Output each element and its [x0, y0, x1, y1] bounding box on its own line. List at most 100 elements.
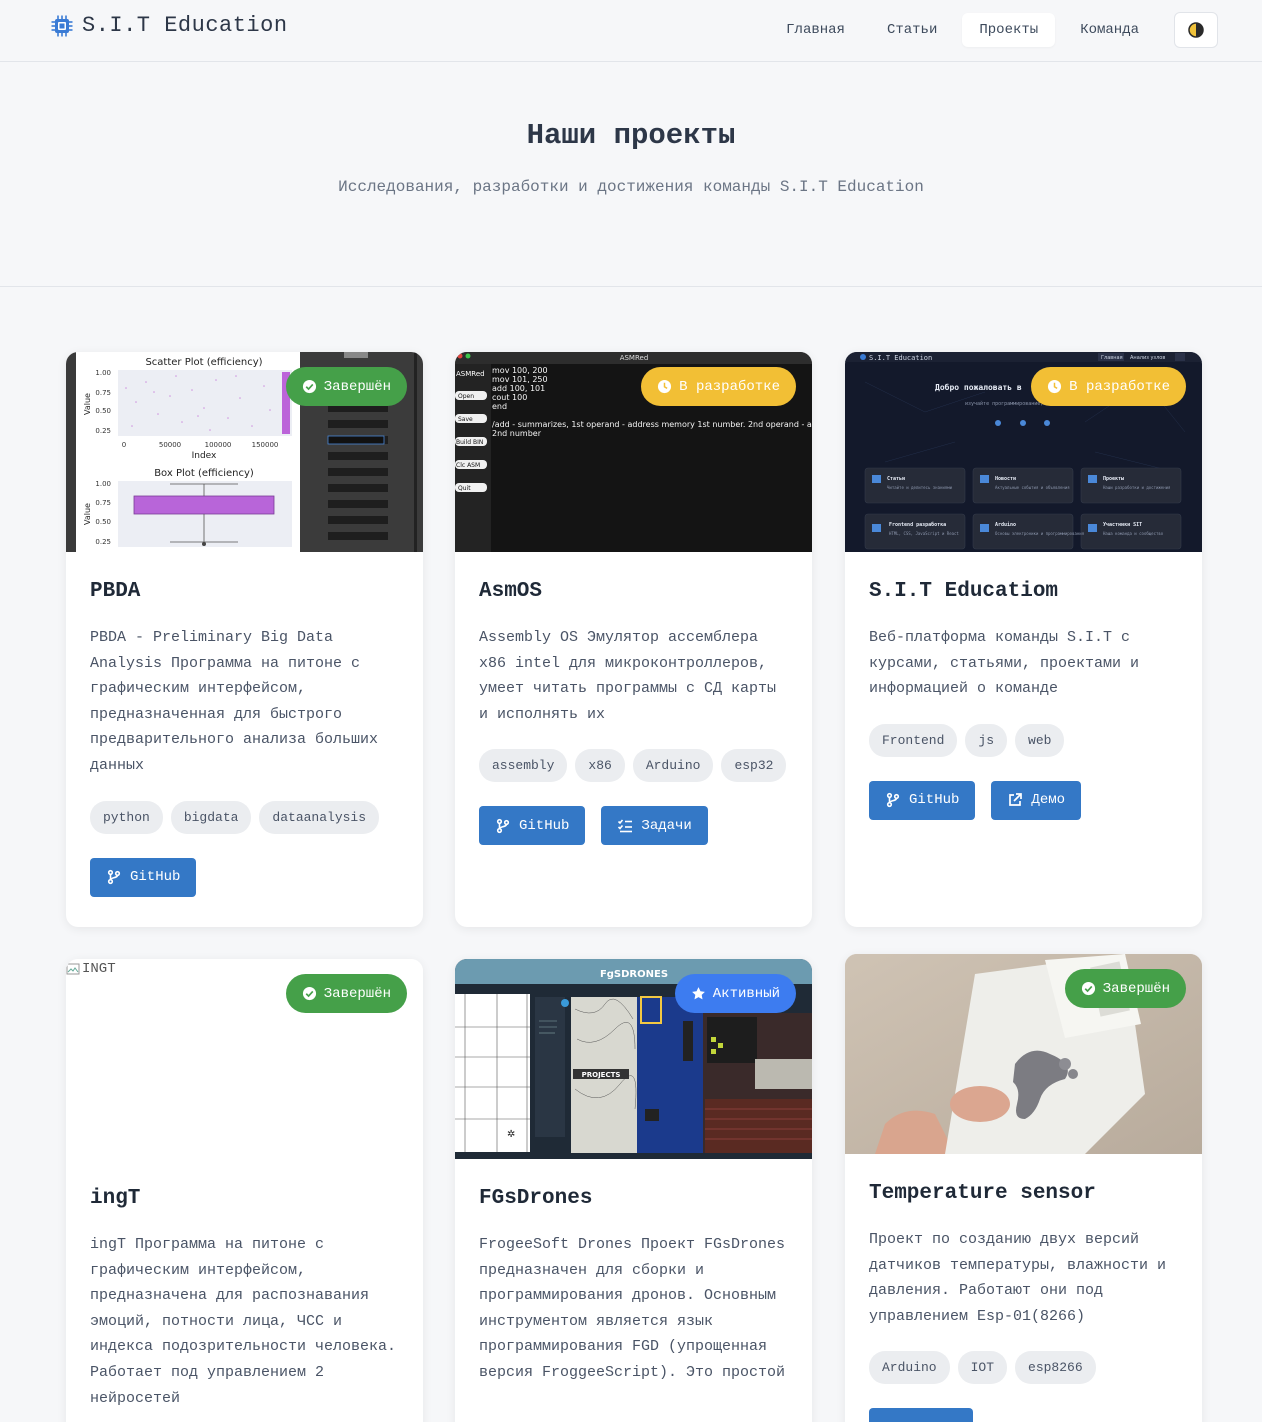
nav-team[interactable]: Команда [1063, 13, 1156, 47]
project-image[interactable]: ASMRed ASMRed Open Save Build BIN Clc AS… [455, 352, 812, 552]
svg-text:0: 0 [122, 441, 126, 449]
svg-text:Наша команда и сообщество: Наша команда и сообщество [1103, 531, 1164, 536]
tag-list: Arduino IOT esp8266 [869, 1351, 1178, 1385]
clock-icon [658, 379, 672, 394]
svg-text:1.00: 1.00 [95, 480, 111, 488]
svg-text:0.25: 0.25 [95, 538, 111, 546]
main-nav: Главная Статьи Проекты Команда [769, 12, 1218, 48]
svg-text:Читайте и делитесь знаниями: Читайте и делитесь знаниями [887, 485, 953, 490]
card-body: ingT ingT Программа на питоне с графичес… [66, 1159, 423, 1422]
svg-text:Scatter Plot (efficiency): Scatter Plot (efficiency) [145, 357, 262, 368]
status-label: В разработке [679, 378, 780, 395]
svg-text:Главная: Главная [1101, 355, 1123, 361]
project-image[interactable]: S.I.T Education Главная Анализ узлов Доб… [845, 352, 1202, 552]
github-button[interactable]: GitHub [90, 857, 197, 897]
svg-text:HTML, CSS, JavaScript и React: HTML, CSS, JavaScript и React [889, 531, 959, 536]
svg-text:Статьи: Статьи [887, 476, 905, 482]
project-card-asmos: ASMRed ASMRed Open Save Build BIN Clc AS… [455, 352, 812, 927]
tag[interactable]: dataanalysis [259, 800, 380, 834]
project-card-sit-education: S.I.T Education Главная Анализ узлов Доб… [845, 352, 1202, 927]
half-moon-icon [1188, 22, 1204, 38]
tag-list: assembly x86 Arduino esp32 [479, 749, 788, 783]
card-title: S.I.T Educatiom [869, 580, 1059, 603]
card-body: FGsDrones FrogeeSoft Drones Проект FGsDr… [455, 1159, 812, 1410]
status-badge: Завершён [285, 367, 407, 406]
svg-text:Clc ASM: Clc ASM [456, 462, 480, 469]
nav-articles[interactable]: Статьи [870, 13, 954, 47]
tag[interactable]: js [965, 723, 1008, 757]
project-image[interactable]: INGT Завершён [66, 959, 423, 1159]
svg-text:Участники SIT: Участники SIT [1103, 522, 1142, 528]
git-branch-icon [107, 869, 121, 885]
button-row: GitHub Демо [869, 780, 1178, 820]
tag[interactable]: Arduino [632, 749, 714, 783]
tag[interactable]: Arduino [869, 1351, 950, 1385]
tag[interactable]: assembly [479, 749, 568, 783]
svg-text:ASMRed: ASMRed [620, 354, 649, 362]
status-label: Завершён [323, 378, 391, 395]
status-badge: В разработке [641, 367, 796, 406]
svg-text:/add - summarizes, 1st operand: /add - summarizes, 1st operand - address… [492, 420, 812, 429]
svg-text:0.25: 0.25 [95, 427, 111, 435]
svg-text:2nd number: 2nd number [492, 429, 542, 438]
external-link-icon [1009, 793, 1023, 807]
check-circle-icon [302, 379, 316, 394]
nav-projects[interactable]: Проекты [962, 13, 1056, 47]
svg-text:Quit: Quit [458, 485, 471, 492]
github-button[interactable]: GitHub [479, 806, 586, 846]
svg-text:Index: Index [192, 451, 217, 461]
svg-text:Проекты: Проекты [1103, 476, 1124, 482]
nav-home[interactable]: Главная [769, 13, 862, 47]
star-icon [691, 987, 705, 1000]
svg-text:Наши разработки и достижения: Наши разработки и достижения [1103, 485, 1170, 490]
theme-toggle-button[interactable] [1174, 12, 1218, 48]
card-body: Temperature sensor Проект по созданию дв… [845, 1154, 1202, 1422]
project-image[interactable]: Scatter Plot (efficiency) 1.00 0.75 0.50… [66, 352, 423, 552]
git-branch-icon [886, 793, 900, 808]
demo-button[interactable]: Демо [991, 780, 1082, 820]
svg-text:Box Plot (efficiency): Box Plot (efficiency) [154, 468, 254, 479]
card-description: Assembly OS Эмулятор ассемблера x86 inte… [479, 629, 777, 723]
svg-text:Актуальные события и объявлени: Актуальные события и объявления [995, 485, 1070, 490]
status-badge: Завершён [285, 974, 407, 1013]
card-description: Веб-платформа команды S.I.T с курсами, с… [869, 629, 1140, 698]
tasks-button[interactable]: Задачи [601, 806, 708, 846]
tag[interactable]: Frontend [869, 723, 958, 757]
project-card-fgsdrones: FgSDRONES ✲ PROJECTS Активный FGsDrones … [455, 959, 812, 1422]
card-body: S.I.T Educatiom Веб-платформа команды S.… [845, 552, 1202, 844]
tag[interactable]: esp32 [721, 749, 787, 783]
project-card-pbda: Scatter Plot (efficiency) 1.00 0.75 0.50… [66, 352, 423, 927]
project-card-temperature-sensor: Завершён Temperature sensor Проект по со… [845, 954, 1202, 1422]
button-row [869, 1408, 1178, 1422]
check-circle-icon [302, 986, 316, 1001]
svg-text:✲: ✲ [507, 1129, 515, 1140]
status-badge: В разработке [1031, 367, 1186, 406]
tag-list: Frontend js web [869, 723, 1178, 757]
tag[interactable]: IOT [957, 1351, 1008, 1385]
button-label: Демо [1031, 792, 1066, 809]
card-description: FrogeeSoft Drones Проект FGsDrones предн… [479, 1236, 786, 1381]
tag[interactable]: x86 [575, 749, 625, 783]
logo[interactable]: S.I.T Education [50, 13, 288, 38]
svg-text:Добро пожаловать в: Добро пожаловать в [935, 382, 1022, 392]
svg-text:mov 101, 250: mov 101, 250 [492, 375, 548, 384]
project-button[interactable] [869, 1408, 973, 1422]
project-image[interactable]: Завершён [845, 954, 1202, 1154]
tag[interactable]: web [1015, 723, 1065, 757]
svg-text:150000: 150000 [252, 441, 279, 449]
page-title: Наши проекты [526, 119, 736, 152]
logo-text: S.I.T Education [82, 13, 288, 38]
tag[interactable]: python [90, 800, 163, 834]
project-image[interactable]: FgSDRONES ✲ PROJECTS Активный [455, 959, 812, 1159]
chip-icon [51, 15, 73, 36]
status-label: Завершён [323, 985, 391, 1002]
button-row: GitHub [90, 857, 399, 897]
status-badge: Завершён [1064, 969, 1186, 1008]
svg-text:ASMRed: ASMRed [456, 370, 485, 378]
status-label: Завершён [1102, 980, 1170, 997]
github-button[interactable]: GitHub [869, 780, 976, 820]
card-title: AsmOS [479, 580, 543, 603]
tag[interactable]: bigdata [170, 800, 252, 834]
tag[interactable]: esp8266 [1015, 1351, 1096, 1385]
card-body: AsmOS Assembly OS Эмулятор ассемблера x8… [455, 552, 812, 869]
